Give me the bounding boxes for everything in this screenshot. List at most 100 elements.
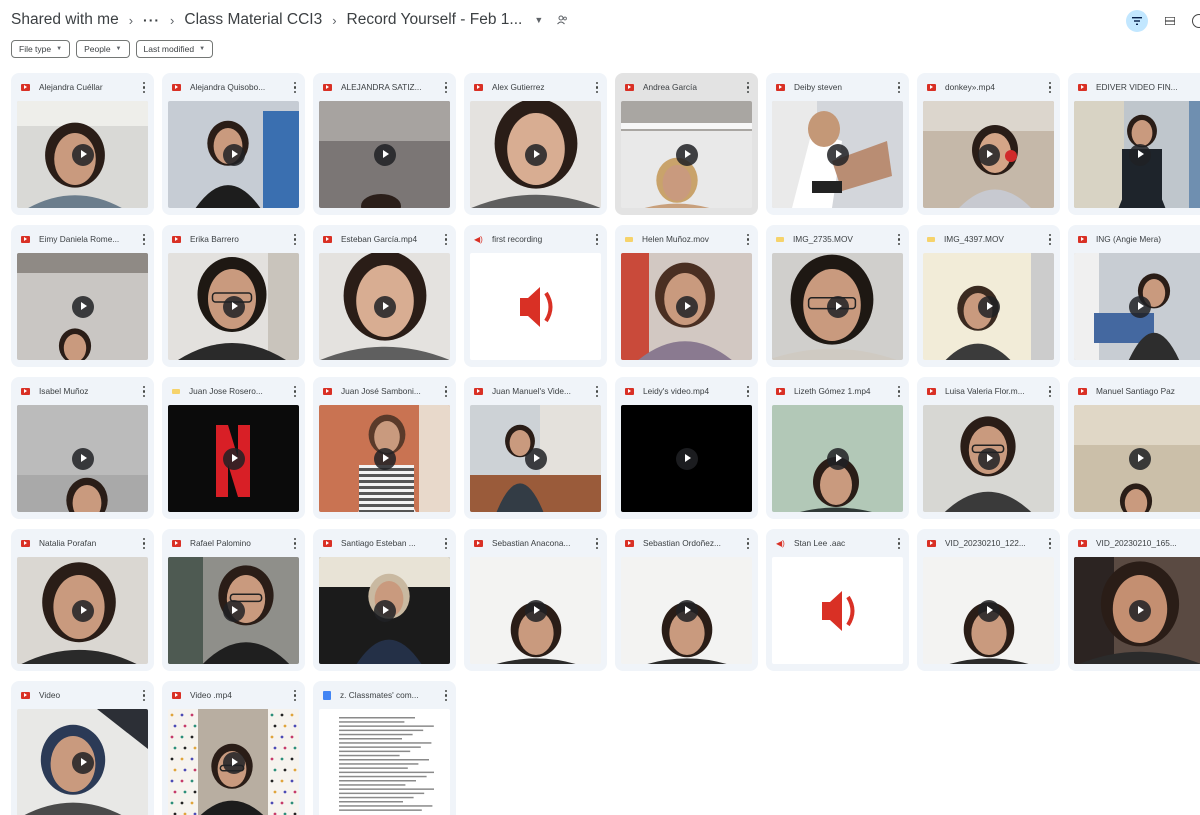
more-actions-icon[interactable] <box>294 538 297 549</box>
more-actions-icon[interactable] <box>143 82 146 93</box>
more-actions-icon[interactable] <box>445 82 448 93</box>
file-card[interactable]: Sebastian Anacona... <box>464 529 607 671</box>
file-card[interactable]: Deiby steven <box>766 73 909 215</box>
more-actions-icon[interactable] <box>294 82 297 93</box>
file-thumbnail[interactable] <box>621 101 752 208</box>
more-actions-icon[interactable] <box>596 234 599 245</box>
play-icon[interactable] <box>71 447 94 470</box>
chip-last-modified[interactable]: Last modified ▼ <box>135 40 214 58</box>
file-thumbnail[interactable] <box>772 557 903 664</box>
play-icon[interactable] <box>222 447 245 470</box>
more-actions-icon[interactable] <box>898 386 901 397</box>
play-icon[interactable] <box>1128 599 1151 622</box>
info-icon[interactable] <box>1192 14 1200 28</box>
file-thumbnail[interactable] <box>168 101 299 208</box>
file-card[interactable]: Manuel Santiago Paz <box>1068 377 1200 519</box>
play-icon[interactable] <box>524 143 547 166</box>
play-icon[interactable] <box>524 447 547 470</box>
file-thumbnail[interactable] <box>923 101 1054 208</box>
file-card[interactable]: ◀) first recording <box>464 225 607 367</box>
more-actions-icon[interactable] <box>1049 386 1052 397</box>
play-icon[interactable] <box>977 447 1000 470</box>
more-actions-icon[interactable] <box>294 690 297 701</box>
file-thumbnail[interactable] <box>319 709 450 815</box>
more-actions-icon[interactable] <box>143 538 146 549</box>
play-icon[interactable] <box>222 599 245 622</box>
more-actions-icon[interactable] <box>596 82 599 93</box>
play-icon[interactable] <box>373 143 396 166</box>
file-card[interactable]: Luisa Valeria Flor.m... <box>917 377 1060 519</box>
file-thumbnail[interactable] <box>772 405 903 512</box>
file-card[interactable]: Juan Manuel's Vide... <box>464 377 607 519</box>
file-thumbnail[interactable] <box>1074 405 1200 512</box>
file-card[interactable]: ING (Angie Mera) <box>1068 225 1200 367</box>
file-card[interactable]: z. Classmates' com... <box>313 681 456 815</box>
more-actions-icon[interactable] <box>445 538 448 549</box>
more-actions-icon[interactable] <box>596 538 599 549</box>
file-thumbnail[interactable] <box>17 253 148 360</box>
file-card[interactable]: VID_20230210_122... <box>917 529 1060 671</box>
play-icon[interactable] <box>1128 295 1151 318</box>
file-thumbnail[interactable] <box>1074 557 1200 664</box>
breadcrumb-current[interactable]: Record Yourself - Feb 1... <box>347 11 523 29</box>
play-icon[interactable] <box>675 295 698 318</box>
play-icon[interactable] <box>675 143 698 166</box>
file-card[interactable]: Video <box>11 681 154 815</box>
file-thumbnail[interactable] <box>923 405 1054 512</box>
file-card[interactable]: Juan Jose Rosero... <box>162 377 305 519</box>
file-thumbnail[interactable] <box>923 253 1054 360</box>
file-thumbnail[interactable] <box>17 101 148 208</box>
play-icon[interactable] <box>675 447 698 470</box>
more-actions-icon[interactable] <box>747 82 750 93</box>
file-card[interactable]: Alejandra Cuéllar <box>11 73 154 215</box>
file-thumbnail[interactable] <box>772 253 903 360</box>
more-actions-icon[interactable] <box>898 82 901 93</box>
file-card[interactable]: Andrea García <box>615 73 758 215</box>
play-icon[interactable] <box>524 599 547 622</box>
more-actions-icon[interactable] <box>445 386 448 397</box>
more-actions-icon[interactable] <box>143 690 146 701</box>
play-icon[interactable] <box>222 295 245 318</box>
file-thumbnail[interactable] <box>470 253 601 360</box>
play-icon[interactable] <box>71 295 94 318</box>
file-card[interactable]: IMG_2735.MOV <box>766 225 909 367</box>
file-card[interactable]: Helen Muñoz.mov <box>615 225 758 367</box>
file-thumbnail[interactable] <box>168 709 299 815</box>
play-icon[interactable] <box>71 143 94 166</box>
play-icon[interactable] <box>977 295 1000 318</box>
file-thumbnail[interactable] <box>168 405 299 512</box>
file-card[interactable]: Esteban García.mp4 <box>313 225 456 367</box>
caret-down-icon[interactable]: ▼ <box>534 15 543 25</box>
file-card[interactable]: EDIVER VIDEO FIN... <box>1068 73 1200 215</box>
file-thumbnail[interactable] <box>319 405 450 512</box>
file-thumbnail[interactable] <box>17 405 148 512</box>
file-card[interactable]: Eimy Daniela Rome... <box>11 225 154 367</box>
file-card[interactable]: Santiago Esteban ... <box>313 529 456 671</box>
file-card[interactable]: VID_20230210_165... <box>1068 529 1200 671</box>
play-icon[interactable] <box>71 599 94 622</box>
more-actions-icon[interactable] <box>898 234 901 245</box>
play-icon[interactable] <box>373 447 396 470</box>
file-thumbnail[interactable] <box>1074 253 1200 360</box>
file-thumbnail[interactable] <box>923 557 1054 664</box>
play-icon[interactable] <box>1128 143 1151 166</box>
file-thumbnail[interactable] <box>621 253 752 360</box>
more-actions-icon[interactable] <box>747 538 750 549</box>
file-thumbnail[interactable] <box>470 557 601 664</box>
file-card[interactable]: Lizeth Gómez 1.mp4 <box>766 377 909 519</box>
chip-people[interactable]: People ▼ <box>76 40 130 58</box>
more-actions-icon[interactable] <box>1049 82 1052 93</box>
file-thumbnail[interactable] <box>1074 101 1200 208</box>
play-icon[interactable] <box>222 143 245 166</box>
file-thumbnail[interactable] <box>621 405 752 512</box>
file-card[interactable]: ◀) Stan Lee .aac <box>766 529 909 671</box>
file-card[interactable]: Juan José Samboni... <box>313 377 456 519</box>
file-thumbnail[interactable] <box>470 405 601 512</box>
file-card[interactable]: ALEJANDRA SATIZ... <box>313 73 456 215</box>
play-icon[interactable] <box>826 447 849 470</box>
file-thumbnail[interactable] <box>319 101 450 208</box>
play-icon[interactable] <box>977 143 1000 166</box>
list-view-button[interactable] <box>1162 13 1178 29</box>
more-actions-icon[interactable] <box>747 386 750 397</box>
more-actions-icon[interactable] <box>445 690 448 701</box>
